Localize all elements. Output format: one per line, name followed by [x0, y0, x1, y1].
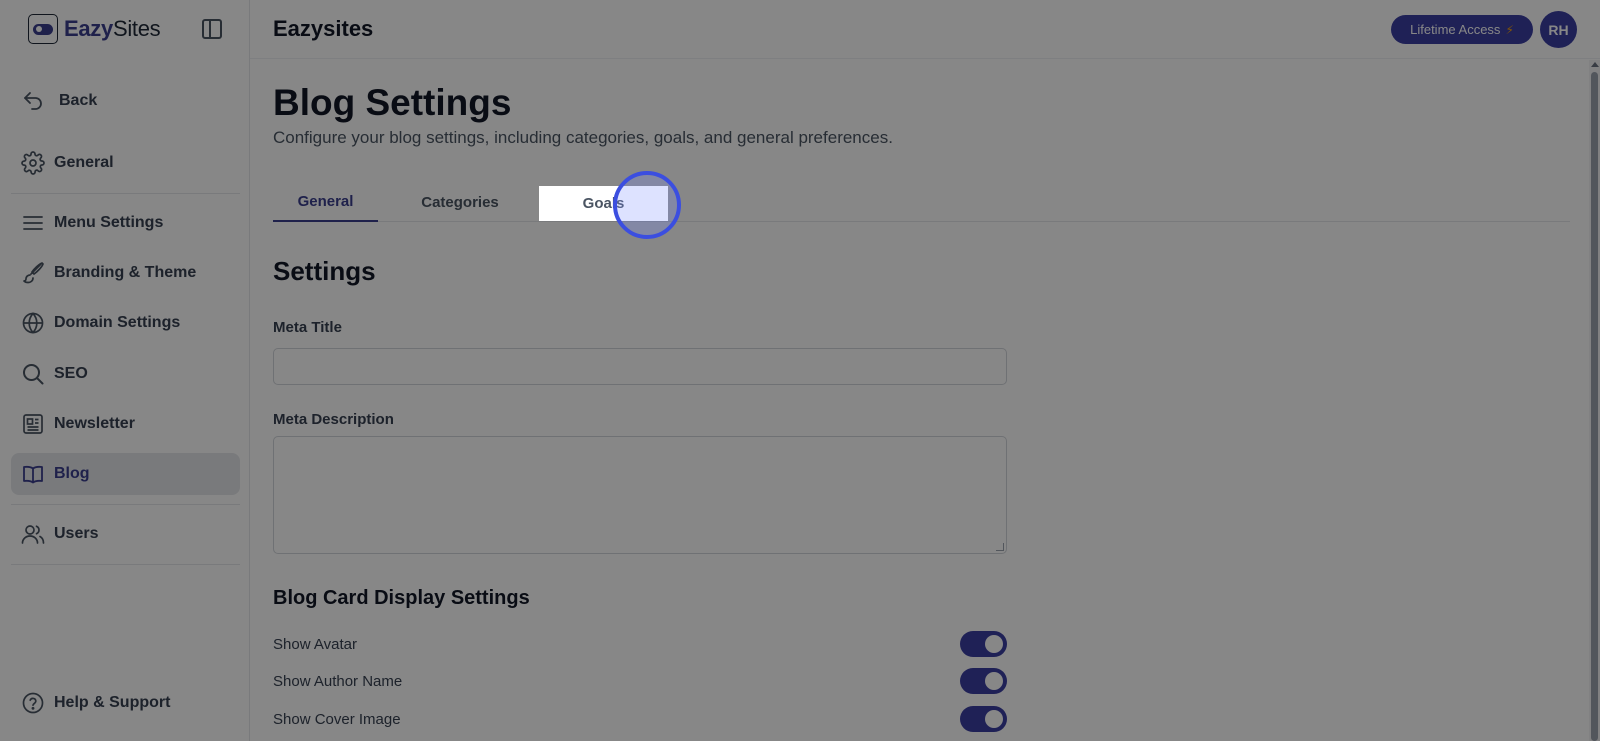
sidebar-item-label: General	[54, 154, 114, 171]
section-title: Settings	[273, 256, 376, 286]
scrollbar[interactable]	[1589, 60, 1600, 741]
page-title: Blog Settings	[273, 82, 512, 123]
meta-title-input[interactable]	[273, 348, 1007, 385]
search-icon	[21, 362, 45, 386]
logo-text: EazySites	[64, 16, 161, 41]
sidebar-item-label: Branding & Theme	[54, 264, 197, 281]
toggle-row-avatar: Show Avatar	[273, 631, 1007, 657]
help-support-link[interactable]: Help & Support	[11, 682, 240, 724]
card-display-title: Blog Card Display Settings	[273, 587, 530, 609]
menu-icon	[21, 211, 45, 235]
sidebar-item-label: Menu Settings	[54, 214, 164, 231]
sidebar: EazySites Back General Menu Settings Bra…	[0, 0, 250, 741]
meta-description-label: Meta Description	[273, 411, 394, 428]
sidebar-item-users[interactable]: Users	[11, 513, 240, 555]
main-content: Blog Settings Configure your blog settin…	[250, 60, 1590, 741]
nav-divider	[11, 193, 240, 194]
sidebar-item-blog[interactable]: Blog	[11, 453, 240, 495]
nav-divider	[11, 504, 240, 505]
sidebar-item-branding[interactable]: Branding & Theme	[11, 252, 240, 294]
logo-toggle-icon	[28, 14, 58, 44]
app-title: Eazysites	[273, 16, 374, 41]
sidebar-collapse-icon[interactable]	[202, 19, 222, 39]
gear-icon	[21, 151, 45, 175]
sidebar-item-label: Domain Settings	[54, 314, 181, 331]
help-circle-icon	[21, 691, 45, 715]
app-root: EazySites Back General Menu Settings Bra…	[0, 0, 1600, 741]
click-indicator	[613, 171, 681, 239]
top-bar: Eazysites Lifetime Access ⚡ RH	[250, 0, 1600, 59]
meta-description-textarea[interactable]	[273, 436, 1007, 554]
toggle-label: Show Cover Image	[273, 710, 401, 728]
back-label: Back	[59, 92, 98, 109]
tab-general[interactable]: General	[273, 182, 378, 222]
avatar[interactable]: RH	[1540, 11, 1577, 48]
page-subtitle: Configure your blog settings, including …	[273, 128, 893, 147]
book-icon	[21, 462, 45, 486]
users-icon	[21, 522, 45, 546]
nav-divider	[11, 564, 240, 565]
toggle-label: Show Avatar	[273, 635, 357, 653]
scroll-thumb[interactable]	[1591, 72, 1598, 741]
lifetime-access-button[interactable]: Lifetime Access ⚡	[1391, 15, 1533, 44]
sidebar-item-menu-settings[interactable]: Menu Settings	[11, 202, 240, 244]
sidebar-item-label: Newsletter	[54, 415, 135, 432]
toggle-label: Show Author Name	[273, 672, 403, 690]
brush-icon	[21, 261, 45, 285]
tab-bar: General Categories Goals	[273, 182, 1570, 222]
newspaper-icon	[21, 412, 45, 436]
sidebar-item-general[interactable]: General	[11, 142, 240, 184]
sidebar-item-label: Blog	[54, 465, 90, 482]
show-cover-image-switch[interactable]	[960, 706, 1007, 732]
show-avatar-switch[interactable]	[960, 631, 1007, 657]
show-author-name-switch[interactable]	[960, 668, 1007, 694]
sidebar-item-seo[interactable]: SEO	[11, 353, 240, 395]
globe-icon	[21, 311, 45, 335]
lightning-icon: ⚡	[1505, 22, 1514, 37]
sidebar-item-domain[interactable]: Domain Settings	[11, 302, 240, 344]
lifetime-access-label: Lifetime Access	[1410, 22, 1501, 37]
toggle-row-cover-image: Show Cover Image	[273, 706, 1007, 732]
logo[interactable]: EazySites	[28, 14, 161, 44]
sidebar-item-label: SEO	[54, 365, 88, 382]
resize-grip-icon[interactable]	[996, 543, 1004, 551]
tab-categories[interactable]: Categories	[395, 182, 525, 222]
back-button[interactable]: Back	[11, 80, 240, 122]
undo-arrow-icon	[21, 89, 45, 113]
sidebar-item-label: Users	[54, 525, 99, 542]
meta-title-label: Meta Title	[273, 319, 342, 336]
scroll-up-arrow-icon[interactable]	[1591, 62, 1599, 67]
toggle-row-author-name: Show Author Name	[273, 668, 1007, 694]
help-support-label: Help & Support	[54, 694, 171, 711]
sidebar-item-newsletter[interactable]: Newsletter	[11, 403, 240, 445]
